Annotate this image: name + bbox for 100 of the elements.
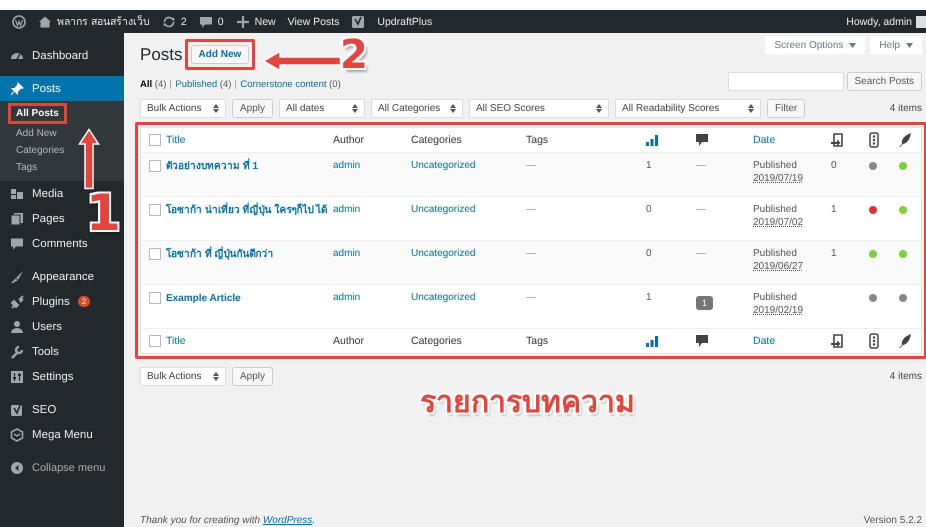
comment-count-bubble[interactable]: 1 [696, 296, 714, 310]
sidebar-item[interactable]: Tools [0, 339, 61, 364]
post-title-link[interactable]: โอซาก้า ที่ ญี่ปุ่นกันดีกว่า [166, 248, 274, 262]
sliders-icon [10, 370, 24, 384]
toolbar-link[interactable]: UpdraftPlus [371, 10, 438, 33]
collapse-icon [10, 460, 24, 474]
table-cell: — [696, 248, 706, 259]
sidebar-item[interactable]: Users [0, 314, 64, 339]
sidebar-item[interactable]: SEO [0, 397, 58, 422]
logo-icon[interactable] [12, 14, 26, 28]
row-checkbox[interactable] [149, 292, 161, 304]
sortable-column-header[interactable]: Title [166, 335, 186, 347]
arrow [78, 128, 100, 190]
filter-button[interactable]: Filter [767, 99, 806, 118]
dropdown[interactable]: All dates [279, 99, 366, 118]
traffic-light-icon [869, 132, 879, 148]
author-link[interactable]: admin [333, 204, 360, 215]
search-posts-button[interactable]: Search Posts [846, 72, 922, 91]
version-text: Version 5.2.2 [864, 515, 922, 526]
post-title-link[interactable]: ตัวอย่างบทความ ที่ 1 [166, 160, 258, 174]
view-filter-link[interactable]: Cornerstone content (0) [240, 79, 341, 90]
sortable-column-header[interactable]: Date [753, 335, 776, 347]
updown-arrow-icon [596, 104, 602, 113]
sortable-column-header[interactable]: Title [166, 134, 186, 146]
refresh-icon [162, 14, 176, 28]
table-cell: 1 [646, 292, 652, 303]
logo-icon[interactable] [351, 14, 366, 28]
table-cell: 0 [831, 160, 837, 171]
sidebar-item[interactable]: Pages [0, 206, 67, 231]
wordpress-link[interactable]: WordPress [262, 515, 312, 526]
toolbar-site-link[interactable]: พลากร สอนสร้างเว็บ [32, 10, 156, 33]
wrench-icon [10, 344, 24, 358]
apply-button[interactable]: Apply [232, 99, 274, 118]
view-filter-link[interactable]: All (4) [140, 79, 166, 90]
dropdown[interactable]: Bulk Actions [140, 367, 226, 386]
toolbar-comments-link[interactable]: 0 [192, 10, 230, 33]
sortable-column-header[interactable]: Date [753, 134, 776, 146]
sidebar-item[interactable]: Settings [0, 364, 76, 389]
select-all-checkbox[interactable] [149, 134, 161, 146]
submenu-item[interactable]: Tags [10, 159, 44, 176]
dropdown[interactable]: All SEO Scores [469, 99, 610, 118]
sidebar-item[interactable]: Media [0, 181, 66, 206]
submenu-item[interactable]: All Posts [11, 106, 64, 121]
sidebar-item[interactable]: Mega Menu [0, 422, 95, 447]
apply-button[interactable]: Apply [232, 367, 274, 386]
speech-bubble-icon [696, 334, 708, 348]
updown-arrow-icon [450, 104, 456, 113]
media-icon [10, 186, 24, 200]
dropdown[interactable]: Bulk Actions [140, 99, 226, 118]
table-cell: — [526, 248, 536, 259]
traffic-light-icon [869, 333, 879, 349]
toolbar-new-link[interactable]: New [230, 10, 282, 33]
count-badge: 2 [78, 296, 90, 307]
submenu-item[interactable]: Add New [10, 125, 63, 142]
post-title-link[interactable]: โอซาก้า น่าเที่ยว ที่ญี่ปุ่น ใครๆก็ไป ได้ [166, 204, 328, 218]
table-cell: 1 [646, 160, 652, 171]
toolbar-link[interactable]: View Posts [282, 10, 346, 33]
post-title-link[interactable]: Example Article [166, 292, 241, 306]
dropdown[interactable]: All Readability Scores [615, 99, 762, 118]
submenu-item[interactable]: Categories [10, 142, 70, 159]
account-menu[interactable]: Howdy, admin [840, 10, 916, 33]
table-cell: — [526, 292, 536, 303]
updown-arrow-icon [213, 104, 219, 113]
row-checkbox[interactable] [149, 204, 161, 216]
dropdown[interactable]: All Categories [371, 99, 464, 118]
collapse-menu-button[interactable]: Collapse menu [0, 455, 108, 480]
screen-meta-button[interactable]: Screen Options [765, 36, 866, 54]
category-link[interactable]: Uncategorized [411, 248, 476, 259]
category-link[interactable]: Uncategorized [411, 292, 476, 303]
sidebar-item[interactable]: Plugins 2 [0, 289, 92, 314]
row-checkbox[interactable] [149, 160, 161, 172]
author-link[interactable]: admin [333, 248, 360, 259]
row-checkbox[interactable] [149, 248, 161, 260]
add-new-button[interactable]: Add New [190, 45, 250, 64]
screen-meta-button[interactable]: Help [870, 36, 922, 54]
search-field[interactable] [728, 72, 844, 91]
column-header: Categories [411, 335, 462, 347]
author-link[interactable]: admin [333, 160, 360, 171]
view-filter-link[interactable]: Published (4) [175, 79, 232, 90]
caret-icon [906, 42, 913, 48]
post-date: 2019/07/02 [753, 217, 804, 228]
category-link[interactable]: Uncategorized [411, 204, 476, 215]
table-cell: 1 [831, 204, 837, 215]
speech-bubble-icon [696, 134, 708, 146]
select-all-checkbox[interactable] [149, 335, 161, 347]
caption-text: รายการบทความ [420, 385, 635, 421]
toolbar-updates-link[interactable]: 2 [156, 10, 193, 33]
column-header: Author [333, 134, 364, 146]
bar-chart-icon [646, 134, 658, 146]
category-link[interactable]: Uncategorized [411, 160, 476, 171]
sidebar-item[interactable]: Appearance [0, 264, 96, 289]
sidebar-item[interactable]: Dashboard [0, 43, 90, 68]
footer-text: Thank you for creating with WordPress. [140, 515, 316, 526]
bar-chart-icon [646, 336, 658, 346]
sidebar-item[interactable]: Posts [0, 76, 124, 101]
item-count: 4 items [890, 371, 922, 382]
post-date: 2019/07/19 [753, 173, 804, 184]
feather-icon [899, 133, 911, 147]
avatar-icon[interactable] [916, 16, 926, 28]
author-link[interactable]: admin [333, 292, 360, 303]
